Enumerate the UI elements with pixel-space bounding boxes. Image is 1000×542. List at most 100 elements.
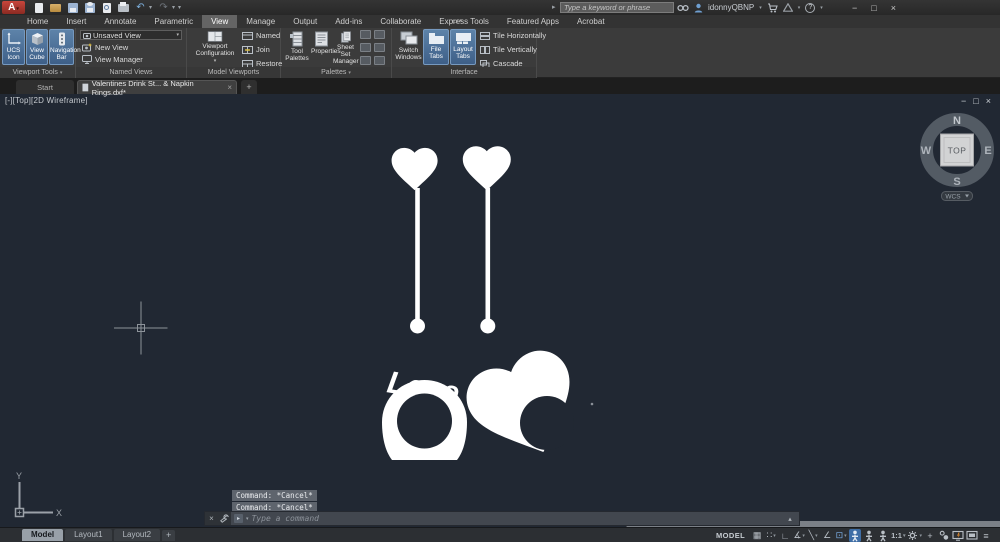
minimize-window-button[interactable]: − [852,3,857,13]
a360-triangle-icon[interactable] [783,3,793,12]
tab-manage[interactable]: Manage [237,15,284,28]
palette-mini-button-4[interactable] [374,43,385,52]
tab-annotate[interactable]: Annotate [95,15,145,28]
save-button[interactable] [67,2,78,13]
navigation-bar-toggle-button[interactable]: Navigation Bar [49,29,74,65]
layout-tab-layout1[interactable]: Layout1 [65,529,111,541]
file-tabs-toggle-button[interactable]: File Tabs [423,29,449,65]
tab-view[interactable]: View [202,15,237,28]
file-tab-active-drawing[interactable]: Valentines Drink St... & Napkin Rings.dx… [77,80,237,94]
ribbon-display-toggle[interactable]: ▭▾ [452,17,462,25]
heart-napkin-ring[interactable] [458,342,593,472]
new-view-button[interactable]: New View [82,43,128,52]
tab-featured-apps[interactable]: Featured Apps [498,15,568,28]
plot-button[interactable] [118,2,129,13]
maximize-window-button[interactable]: □ [871,3,876,13]
ortho-mode-button[interactable]: ∟ [779,529,791,542]
object-snap-button[interactable]: ⊡▾ [835,529,847,542]
love-napkin-ring[interactable]: Love [382,364,467,460]
tab-acrobat[interactable]: Acrobat [568,15,614,28]
command-wrench-icon[interactable] [218,512,231,525]
viewcube[interactable]: N E S W TOP WCS [921,115,992,201]
a360-dropdown-icon[interactable]: ▾ [798,5,801,11]
panel-label-viewport-tools[interactable]: Viewport Tools▾ [0,67,75,78]
command-input[interactable] [252,514,781,523]
command-close-icon[interactable]: × [205,512,218,525]
palette-mini-button-3[interactable] [360,43,371,52]
close-window-button[interactable]: × [891,3,896,13]
viewport-configuration-button[interactable]: Viewport Configuration▾ [190,29,240,65]
isolate-objects-button[interactable] [938,529,950,542]
close-file-tab-icon[interactable]: × [227,83,232,92]
file-tab-start[interactable]: Start [16,80,74,94]
help-dropdown-icon[interactable]: ▾ [820,5,823,11]
application-menu-button[interactable]: A▾ [2,1,25,14]
drink-stirrer-right[interactable] [463,146,511,333]
new-layout-button[interactable]: + [162,530,175,541]
join-viewports-button[interactable]: Join [242,45,270,54]
ucs-icon-toggle-button[interactable]: UCS Icon [2,29,25,65]
sheet-set-manager-button[interactable]: Sheet Set Manager [333,29,358,65]
palette-mini-button-2[interactable] [374,30,385,39]
customization-menu-button[interactable]: ≡ [980,529,992,542]
undo-dropdown[interactable]: ▾ [149,4,152,11]
tile-horizontally-button[interactable]: Tile Horizontally [480,31,546,40]
tab-collaborate[interactable]: Collaborate [371,15,430,28]
annotation-people-button[interactable] [877,529,889,542]
tab-parametric[interactable]: Parametric [145,15,202,28]
switch-windows-button[interactable]: Switch Windows [395,29,422,65]
tab-output[interactable]: Output [284,15,326,28]
command-input-area[interactable]: ▸ ▾ ▴ [231,512,799,525]
user-dropdown-icon[interactable]: ▾ [759,5,762,11]
annotation-autoscale-button[interactable] [863,529,875,542]
panel-label-interface[interactable]: Interface [392,67,536,78]
tab-express-tools[interactable]: Express Tools [430,15,498,28]
store-cart-icon[interactable] [767,3,778,13]
palette-mini-button-6[interactable] [374,56,385,65]
palette-mini-button-5[interactable] [360,56,371,65]
named-viewports-button[interactable]: Named [242,31,280,40]
view-cube-toggle-button[interactable]: View Cube [26,29,48,65]
save-as-button[interactable] [84,2,95,13]
polar-tracking-button[interactable]: ∡▾ [793,529,805,542]
tile-vertically-button[interactable]: Tile Vertically [480,45,537,54]
view-combo-box[interactable]: Unsaved View▾ [80,30,182,40]
panel-label-palettes[interactable]: Palettes▾ [281,67,391,78]
panel-label-model-viewports[interactable]: Model Viewports [187,67,280,78]
tab-addins[interactable]: Add-ins [326,15,371,28]
help-button[interactable]: ? [805,3,815,13]
layout-tabs-toggle-button[interactable]: Layout Tabs [450,29,476,65]
open-file-button[interactable] [50,2,61,13]
recent-commands-caret[interactable]: ▾ [246,516,249,522]
tool-palettes-button[interactable]: Tool Palettes [284,29,310,65]
annotation-monitor-plus-button[interactable]: + [924,529,936,542]
annotation-scale-button[interactable]: 1:1▾ [891,529,905,542]
graphics-performance-button[interactable] [952,529,964,542]
view-manager-button[interactable]: View Manager [82,55,143,64]
layout-tab-layout2[interactable]: Layout2 [114,529,160,541]
tab-insert[interactable]: Insert [57,15,95,28]
new-file-button[interactable] [33,2,44,13]
command-prompt-icon[interactable]: ▸ [234,514,243,523]
workspace-switching-button[interactable]: ▾ [907,529,922,542]
new-drawing-tab-button[interactable]: + [241,80,257,94]
command-history-toggle[interactable]: ▴ [784,515,796,523]
search-expand-icon[interactable]: ▸ [552,3,556,11]
layout-tab-model[interactable]: Model [22,529,63,541]
redo-dropdown[interactable]: ▾ [172,4,175,11]
grid-display-button[interactable]: ▦ [751,529,763,542]
undo-button[interactable]: ↶ [135,2,146,13]
redo-button[interactable]: ↷ [158,2,169,13]
model-space-canvas[interactable]: Love Y X N E S W [0,94,1000,527]
search-binoculars-icon[interactable] [677,3,689,13]
signed-in-username[interactable]: idonnyQBNP [708,3,754,12]
qat-customize-dropdown[interactable]: ▾ [178,4,181,11]
snap-mode-button[interactable]: ∷▾ [765,529,777,542]
clean-screen-button[interactable] [966,529,978,542]
isometric-drafting-button[interactable]: ╲▾ [807,529,819,542]
plot-preview-button[interactable] [101,2,112,13]
annotation-visibility-button[interactable] [849,529,861,542]
help-search-input[interactable] [560,2,674,13]
tab-home[interactable]: Home [18,15,57,28]
properties-palette-button[interactable]: Properties [311,29,332,65]
